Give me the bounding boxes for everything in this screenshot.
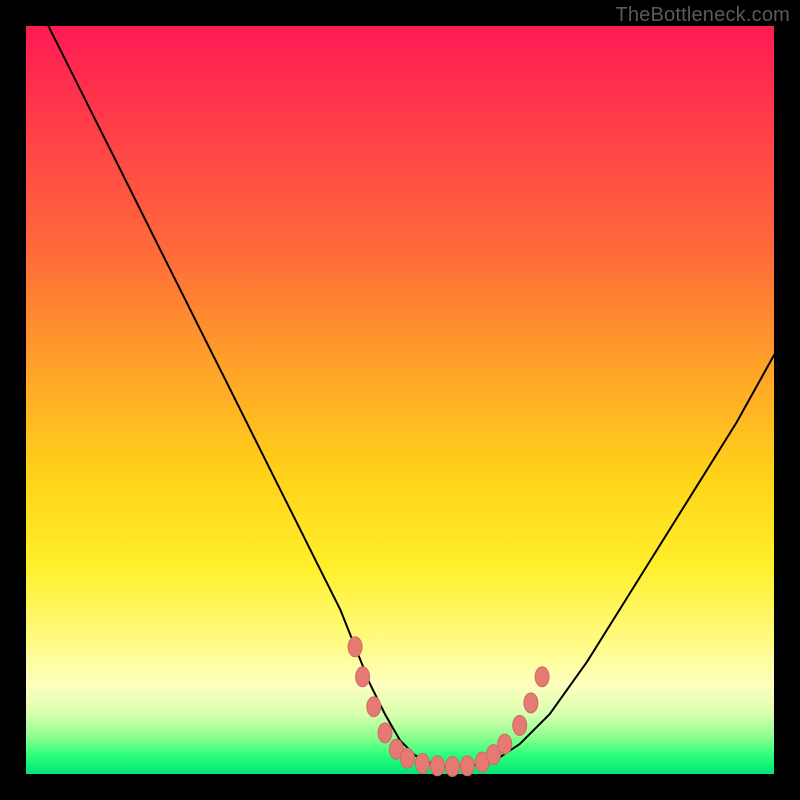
trough-marker-group xyxy=(348,637,549,777)
trough-marker xyxy=(348,637,362,657)
trough-marker xyxy=(367,697,381,717)
trough-marker xyxy=(445,757,459,777)
chart-frame: TheBottleneck.com xyxy=(0,0,800,800)
bottleneck-curve xyxy=(48,26,774,767)
trough-marker xyxy=(460,756,474,776)
trough-marker xyxy=(356,667,370,687)
plot-area xyxy=(26,26,774,774)
trough-marker xyxy=(498,734,512,754)
trough-marker xyxy=(401,748,415,768)
trough-marker xyxy=(378,723,392,743)
plot-svg xyxy=(26,26,774,774)
trough-marker xyxy=(535,667,549,687)
trough-marker xyxy=(415,754,429,774)
trough-marker xyxy=(524,693,538,713)
watermark-text: TheBottleneck.com xyxy=(615,4,790,27)
trough-marker xyxy=(430,756,444,776)
trough-marker xyxy=(513,715,527,735)
